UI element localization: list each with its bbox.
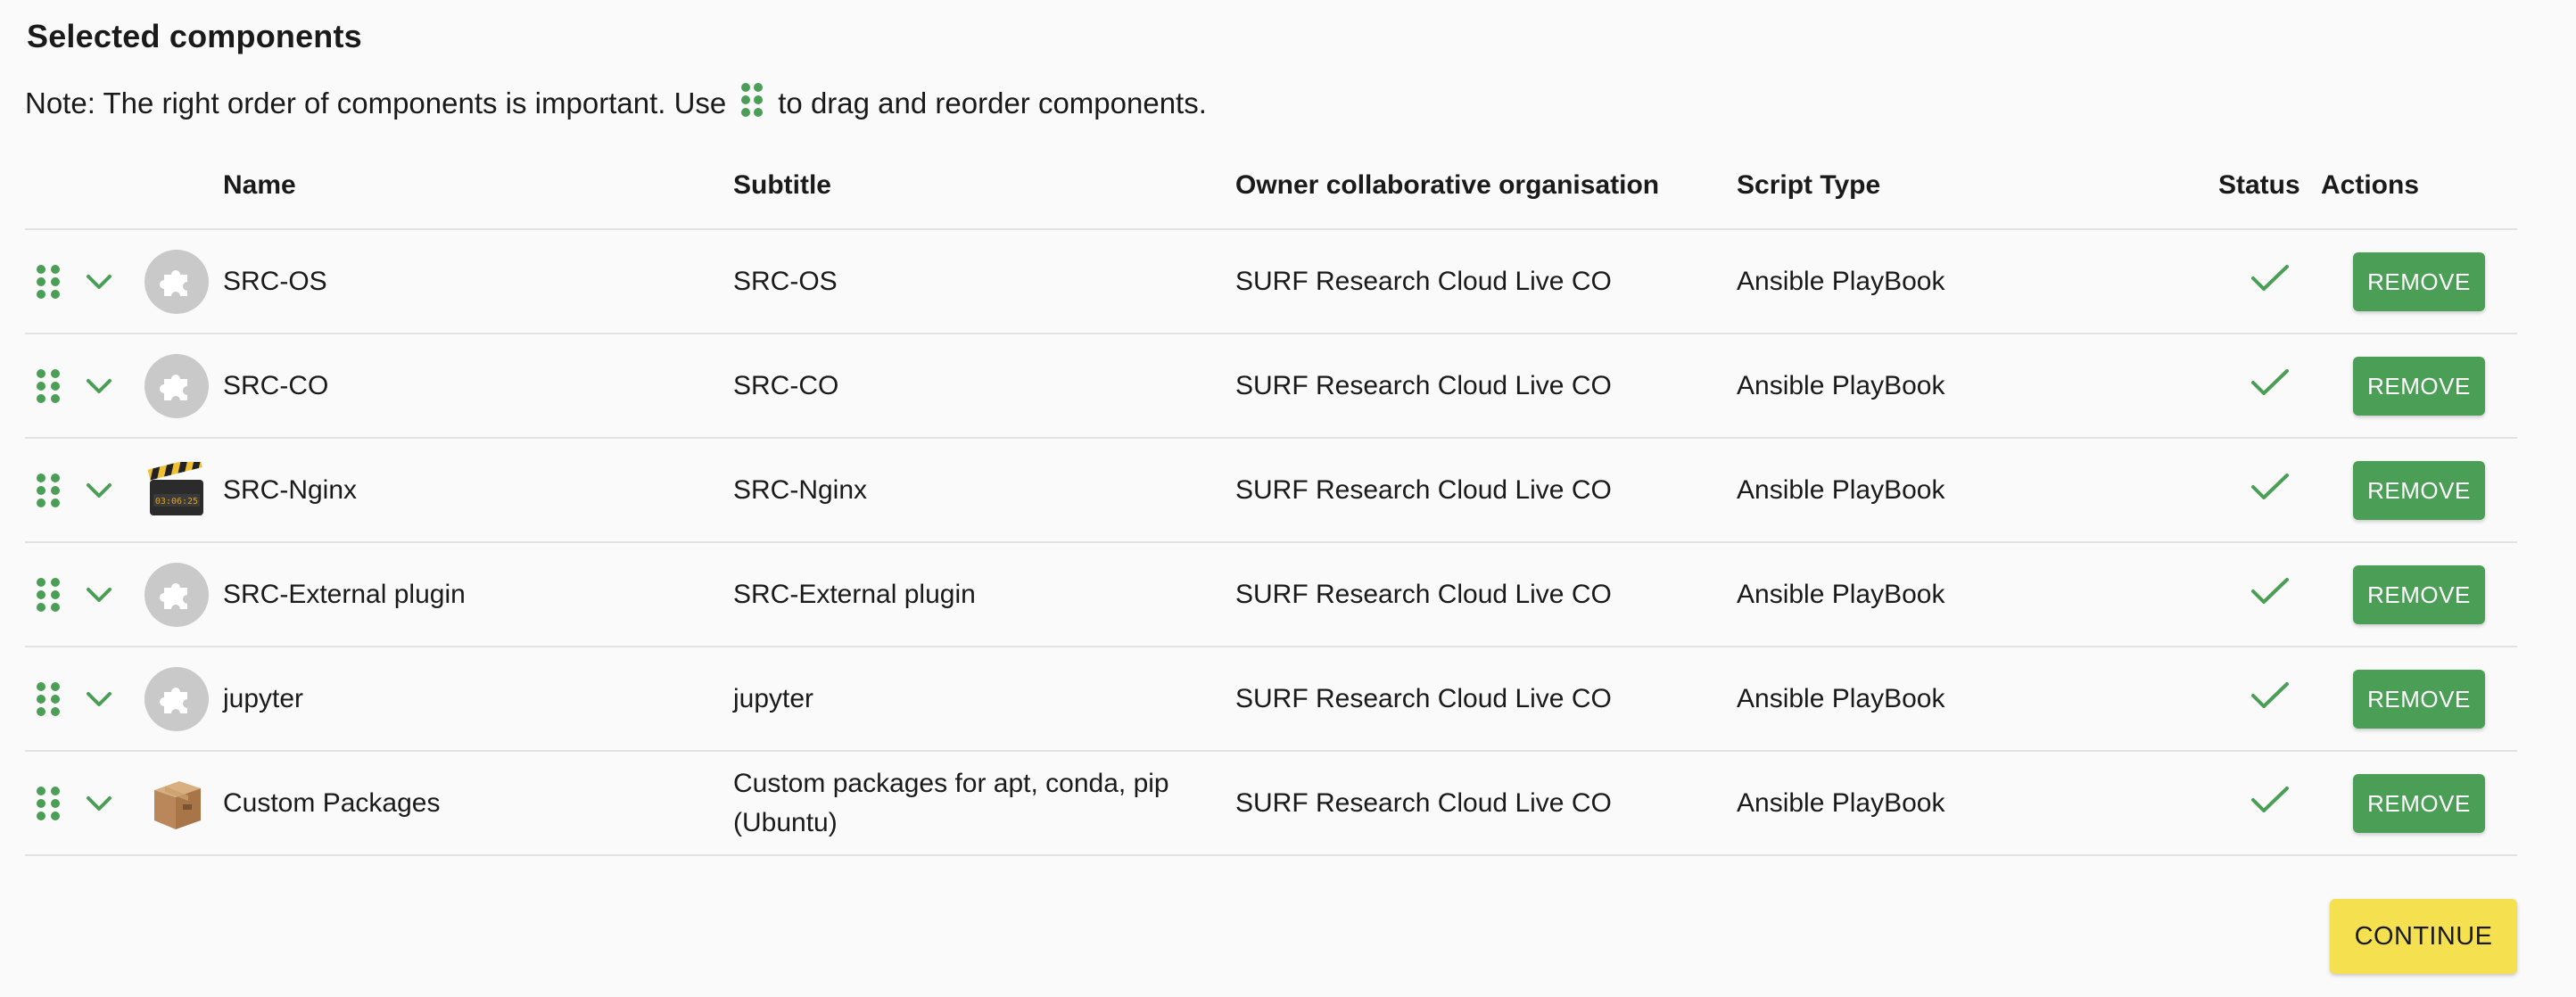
cell-subtitle: Custom packages for apt, conda, pip (Ubu…: [733, 751, 1235, 856]
cell-script-type: Ansible PlayBook: [1737, 647, 2218, 752]
components-table: Name Subtitle Owner collaborative organi…: [25, 143, 2517, 856]
table-row: jupyter jupyter SURF Research Cloud Live…: [25, 647, 2517, 752]
drag-handle-icon[interactable]: [36, 264, 61, 300]
checkmark-icon: [2250, 368, 2289, 395]
cell-script-type: Ansible PlayBook: [1737, 438, 2218, 543]
cell-actions: REMOVE: [2321, 334, 2517, 439]
table-row: SRC-External plugin SRC-External plugin …: [25, 542, 2517, 647]
chevron-down-icon[interactable]: [84, 788, 114, 819]
remove-button[interactable]: REMOVE: [2353, 669, 2485, 729]
svg-text:03:06:25: 03:06:25: [155, 497, 198, 507]
note-text-before: Note: The right order of components is i…: [25, 87, 727, 119]
remove-button[interactable]: REMOVE: [2353, 773, 2485, 833]
chevron-down-icon[interactable]: [84, 475, 114, 506]
checkmark-icon: [2250, 786, 2289, 812]
remove-button[interactable]: REMOVE: [2353, 564, 2485, 624]
header-script-type[interactable]: Script Type: [1737, 143, 2218, 230]
drag-handle-icon[interactable]: [36, 368, 61, 404]
remove-button[interactable]: REMOVE: [2353, 460, 2485, 520]
cell-script-type: Ansible PlayBook: [1737, 751, 2218, 856]
cell-owner: SURF Research Cloud Live CO: [1235, 438, 1737, 543]
remove-button[interactable]: REMOVE: [2353, 356, 2485, 416]
cell-status: [2218, 438, 2321, 543]
cell-owner: SURF Research Cloud Live CO: [1235, 751, 1737, 856]
cell-name: jupyter: [223, 647, 733, 752]
header-subtitle[interactable]: Subtitle: [733, 143, 1235, 230]
table-row: SRC-CO SRC-CO SURF Research Cloud Live C…: [25, 334, 2517, 439]
cell-status: [2218, 334, 2321, 439]
cell-actions: REMOVE: [2321, 751, 2517, 856]
cell-status: [2218, 647, 2321, 752]
drag-handle-icon[interactable]: [36, 681, 61, 717]
cell-name: SRC-Nginx: [223, 438, 733, 543]
header-handle: [25, 143, 223, 230]
cell-status: [2218, 751, 2321, 856]
checkmark-icon: [2250, 681, 2289, 708]
cell-name: SRC-External plugin: [223, 542, 733, 647]
cell-name: Custom Packages: [223, 751, 733, 856]
cell-status: [2218, 229, 2321, 334]
cell-subtitle: SRC-OS: [733, 229, 1235, 334]
note-text-after: to drag and reorder components.: [778, 87, 1207, 119]
cell-subtitle: jupyter: [733, 647, 1235, 752]
cell-subtitle: SRC-External plugin: [733, 542, 1235, 647]
header-owner[interactable]: Owner collaborative organisation: [1235, 143, 1737, 230]
header-name[interactable]: Name: [223, 143, 733, 230]
cell-actions: REMOVE: [2321, 438, 2517, 543]
cell-status: [2218, 542, 2321, 647]
puzzle-icon: [144, 562, 209, 627]
drag-handle-icon: [740, 82, 764, 125]
cell-name: SRC-CO: [223, 334, 733, 439]
cell-script-type: Ansible PlayBook: [1737, 334, 2218, 439]
header-actions: Actions: [2321, 143, 2517, 230]
puzzle-icon: [144, 666, 209, 731]
table-row: Custom Packages Custom packages for apt,…: [25, 751, 2517, 856]
puzzle-icon: [144, 249, 209, 314]
cell-actions: REMOVE: [2321, 229, 2517, 334]
cell-actions: REMOVE: [2321, 647, 2517, 752]
cell-script-type: Ansible PlayBook: [1737, 542, 2218, 647]
checkmark-icon: [2250, 577, 2289, 604]
remove-button[interactable]: REMOVE: [2353, 251, 2485, 311]
checkmark-icon: [2250, 473, 2289, 499]
cell-owner: SURF Research Cloud Live CO: [1235, 229, 1737, 334]
cell-owner: SURF Research Cloud Live CO: [1235, 647, 1737, 752]
drag-handle-icon[interactable]: [36, 473, 61, 508]
table-header-row: Name Subtitle Owner collaborative organi…: [25, 143, 2517, 230]
cell-owner: SURF Research Cloud Live CO: [1235, 334, 1737, 439]
drag-handle-icon[interactable]: [36, 786, 61, 821]
cell-actions: REMOVE: [2321, 542, 2517, 647]
chevron-down-icon[interactable]: [84, 684, 114, 714]
checkmark-icon: [2250, 264, 2289, 291]
table-row: 03:06:25 SRC-Nginx SRC-Nginx SURF Resear…: [25, 438, 2517, 543]
section-title: Selected components: [27, 18, 362, 54]
cell-name: SRC-OS: [223, 229, 733, 334]
reorder-note: Note: The right order of components is i…: [25, 82, 1207, 125]
clapperboard-icon: 03:06:25: [144, 458, 209, 523]
cell-owner: SURF Research Cloud Live CO: [1235, 542, 1737, 647]
cell-script-type: Ansible PlayBook: [1737, 229, 2218, 334]
chevron-down-icon[interactable]: [84, 580, 114, 610]
continue-button[interactable]: CONTINUE: [2330, 899, 2517, 974]
selected-components-page: Selected components Note: The right orde…: [0, 0, 2576, 997]
drag-handle-icon[interactable]: [36, 577, 61, 613]
header-status: Status: [2218, 143, 2321, 230]
chevron-down-icon[interactable]: [84, 371, 114, 401]
table-row: SRC-OS SRC-OS SURF Research Cloud Live C…: [25, 229, 2517, 334]
cell-subtitle: SRC-CO: [733, 334, 1235, 439]
puzzle-icon: [144, 353, 209, 418]
cell-subtitle: SRC-Nginx: [733, 438, 1235, 543]
cardboard-box-icon: [144, 771, 209, 836]
chevron-down-icon[interactable]: [84, 267, 114, 297]
